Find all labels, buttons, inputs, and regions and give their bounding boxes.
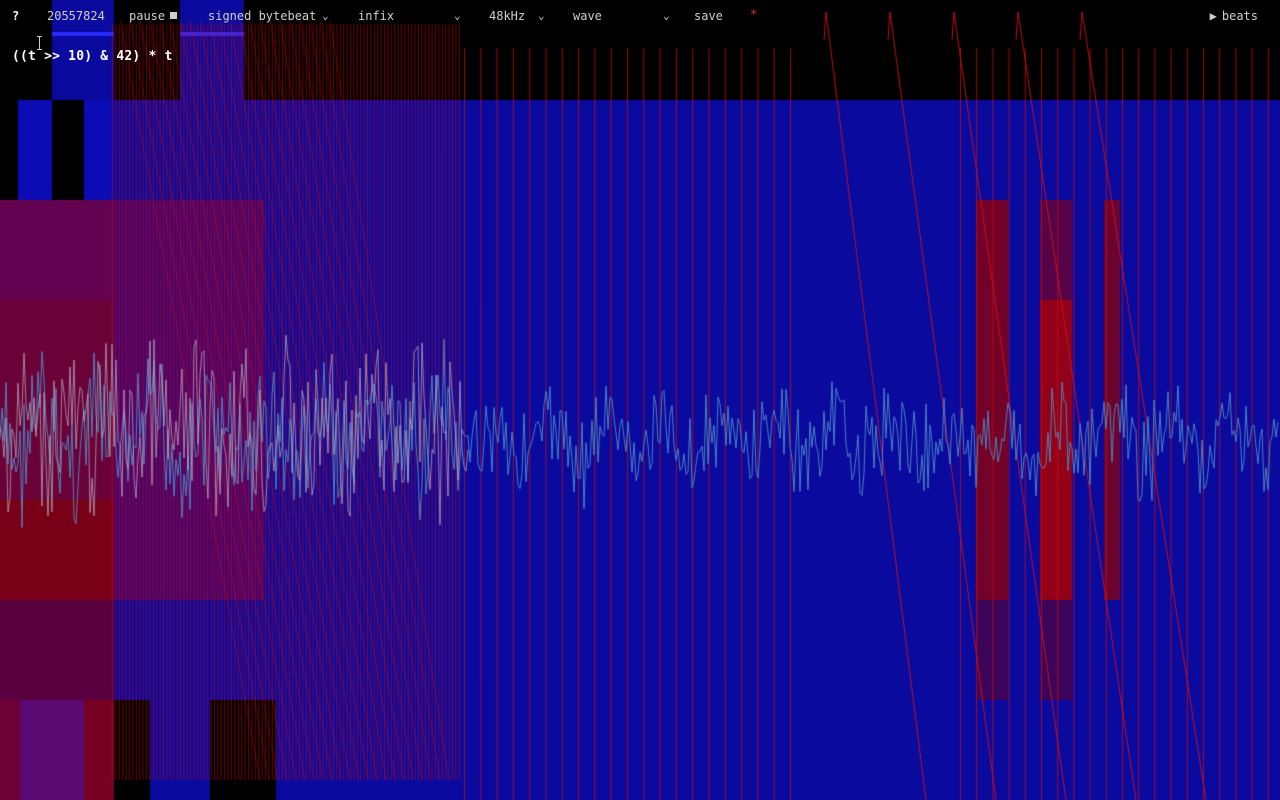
view-select-value: wave <box>573 9 602 23</box>
toolbar: ? 20557824 pause signed bytebeat ⌄ infix ⌄… <box>0 0 1280 32</box>
chevron-down-icon: ⌄ <box>663 9 670 22</box>
bytebeat-app: ? 20557824 pause signed bytebeat ⌄ infix ⌄… <box>0 0 1280 800</box>
text-cursor-icon <box>36 36 44 50</box>
record-dot-icon: * <box>750 7 758 21</box>
save-button[interactable]: save <box>694 8 723 24</box>
stop-square-icon <box>170 12 178 19</box>
chevron-down-icon: ⌄ <box>322 9 329 22</box>
mode-select[interactable]: signed bytebeat ⌄ <box>208 8 338 24</box>
samplerate-select[interactable]: 48kHz ⌄ <box>489 8 553 24</box>
chevron-down-icon: ⌄ <box>454 9 461 22</box>
waveform-visualizer[interactable] <box>0 0 1280 800</box>
syntax-select[interactable]: infix ⌄ <box>358 8 468 24</box>
pause-button[interactable]: pause <box>129 8 178 24</box>
pause-label: pause <box>129 9 166 23</box>
samplerate-select-value: 48kHz <box>489 9 526 23</box>
code-editor[interactable]: ((t >> 10) & 42) * t <box>12 49 173 64</box>
play-triangle-icon: ▶ <box>1209 9 1217 23</box>
mode-select-value: signed bytebeat <box>208 9 317 23</box>
beats-button[interactable]: ▶ beats <box>1210 8 1258 24</box>
beats-label: beats <box>1221 9 1258 23</box>
chevron-down-icon: ⌄ <box>538 9 545 22</box>
time-counter[interactable]: 20557824 <box>47 8 105 24</box>
help-button[interactable]: ? <box>12 8 19 24</box>
view-select[interactable]: wave ⌄ <box>573 8 677 24</box>
syntax-select-value: infix <box>358 9 395 23</box>
